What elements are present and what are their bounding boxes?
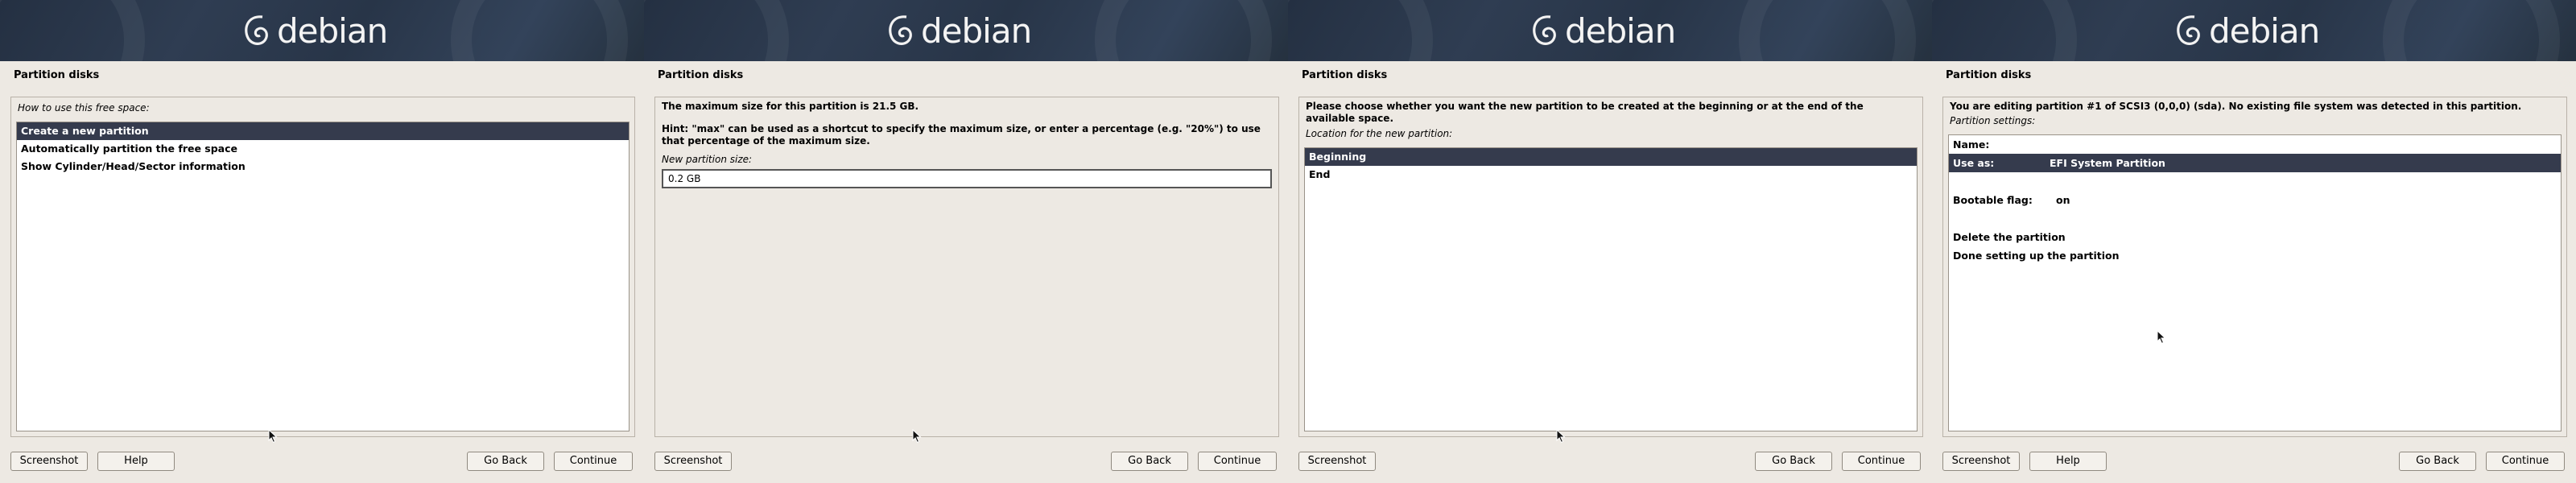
debian-logo-text: debian (277, 10, 388, 51)
setting-key: Done setting up the partition (1953, 250, 2120, 262)
page-title: Partition disks (1302, 69, 1388, 81)
setting-use-as[interactable]: Use as: EFI System Partition (1949, 154, 2561, 172)
content-frame: The maximum size for this partition is 2… (654, 97, 1279, 437)
location-options-list[interactable]: Beginning End (1304, 147, 1918, 431)
content-frame: How to use this free space: Create a new… (10, 97, 635, 437)
debian-banner: debian (1932, 0, 2576, 61)
page-title: Partition disks (1946, 69, 2032, 81)
installer-panel-2: debian Partition disks The maximum size … (644, 0, 1288, 483)
setting-key: Delete the partition (1953, 231, 2066, 243)
go-back-button[interactable]: Go Back (1111, 452, 1188, 471)
option-auto-partition[interactable]: Automatically partition the free space (17, 140, 629, 158)
debian-logo: debian (2174, 5, 2320, 56)
continue-button[interactable]: Continue (1842, 452, 1921, 471)
debian-swirl-icon (245, 15, 268, 45)
screenshot-button[interactable]: Screenshot (1942, 452, 2020, 471)
go-back-button[interactable]: Go Back (467, 452, 544, 471)
setting-value: EFI System Partition (2050, 157, 2165, 169)
page-title: Partition disks (658, 69, 744, 81)
option-beginning[interactable]: Beginning (1305, 148, 1917, 166)
screenshot-button[interactable]: Screenshot (10, 452, 88, 471)
setting-value: on (2056, 194, 2070, 206)
screenshot-button[interactable]: Screenshot (654, 452, 732, 471)
screenshot-button[interactable]: Screenshot (1298, 452, 1376, 471)
option-show-chs-info[interactable]: Show Cylinder/Head/Sector information (17, 158, 629, 175)
option-end[interactable]: End (1305, 166, 1917, 184)
help-button[interactable]: Help (97, 452, 175, 471)
debian-logo: debian (886, 5, 1032, 56)
debian-banner: debian (1288, 0, 1932, 61)
question-label: How to use this free space: (18, 102, 150, 114)
setting-key: Bootable flag: (1953, 194, 2033, 206)
debian-banner: debian (0, 0, 644, 61)
continue-button[interactable]: Continue (554, 452, 633, 471)
size-hint: Hint: "max" can be used as a shortcut to… (662, 123, 1261, 147)
content-frame: Please choose whether you want the new p… (1298, 97, 1923, 437)
page-title: Partition disks (14, 69, 100, 81)
setting-key: Use as: (1953, 157, 1995, 169)
question-label: Partition settings: (1950, 115, 2036, 126)
partition-info: You are editing partition #1 of SCSI3 (0… (1950, 101, 2522, 112)
setting-key: Name: (1953, 138, 1990, 151)
debian-logo: debian (1530, 5, 1676, 56)
continue-button[interactable]: Continue (2486, 452, 2565, 471)
installer-panel-1: debian Partition disks How to use this f… (0, 0, 644, 483)
max-size-info: The maximum size for this partition is 2… (662, 101, 919, 112)
screenshot-strip: debian Partition disks How to use this f… (0, 0, 2576, 483)
option-create-new-partition[interactable]: Create a new partition (17, 122, 629, 140)
question-label: Location for the new partition: (1306, 128, 1453, 139)
setting-bootable-flag[interactable]: Bootable flag: on (1949, 191, 2561, 209)
free-space-options-list[interactable]: Create a new partition Automatically par… (16, 122, 630, 431)
action-done-setting-up[interactable]: Done setting up the partition (1949, 246, 2561, 265)
partition-size-input[interactable]: 0.2 GB (662, 169, 1272, 188)
debian-swirl-icon (1533, 15, 1556, 45)
debian-banner: debian (644, 0, 1288, 61)
go-back-button[interactable]: Go Back (2399, 452, 2476, 471)
debian-swirl-icon (2177, 15, 2200, 45)
help-button[interactable]: Help (2029, 452, 2107, 471)
installer-panel-4: debian Partition disks You are editing p… (1932, 0, 2576, 483)
setting-name[interactable]: Name: (1949, 135, 2561, 154)
location-info: Please choose whether you want the new p… (1306, 101, 1864, 124)
debian-swirl-icon (889, 15, 912, 45)
go-back-button[interactable]: Go Back (1755, 452, 1832, 471)
debian-logo-text: debian (921, 10, 1032, 51)
debian-logo-text: debian (1565, 10, 1676, 51)
installer-panel-3: debian Partition disks Please choose whe… (1288, 0, 1932, 483)
partition-settings-list[interactable]: Name: Use as: EFI System Partition Boota… (1948, 134, 2562, 431)
action-delete-partition[interactable]: Delete the partition (1949, 228, 2561, 246)
debian-logo-text: debian (2209, 10, 2320, 51)
continue-button[interactable]: Continue (1198, 452, 1277, 471)
content-frame: You are editing partition #1 of SCSI3 (0… (1942, 97, 2567, 437)
debian-logo: debian (242, 5, 388, 56)
question-label: New partition size: (662, 154, 753, 165)
